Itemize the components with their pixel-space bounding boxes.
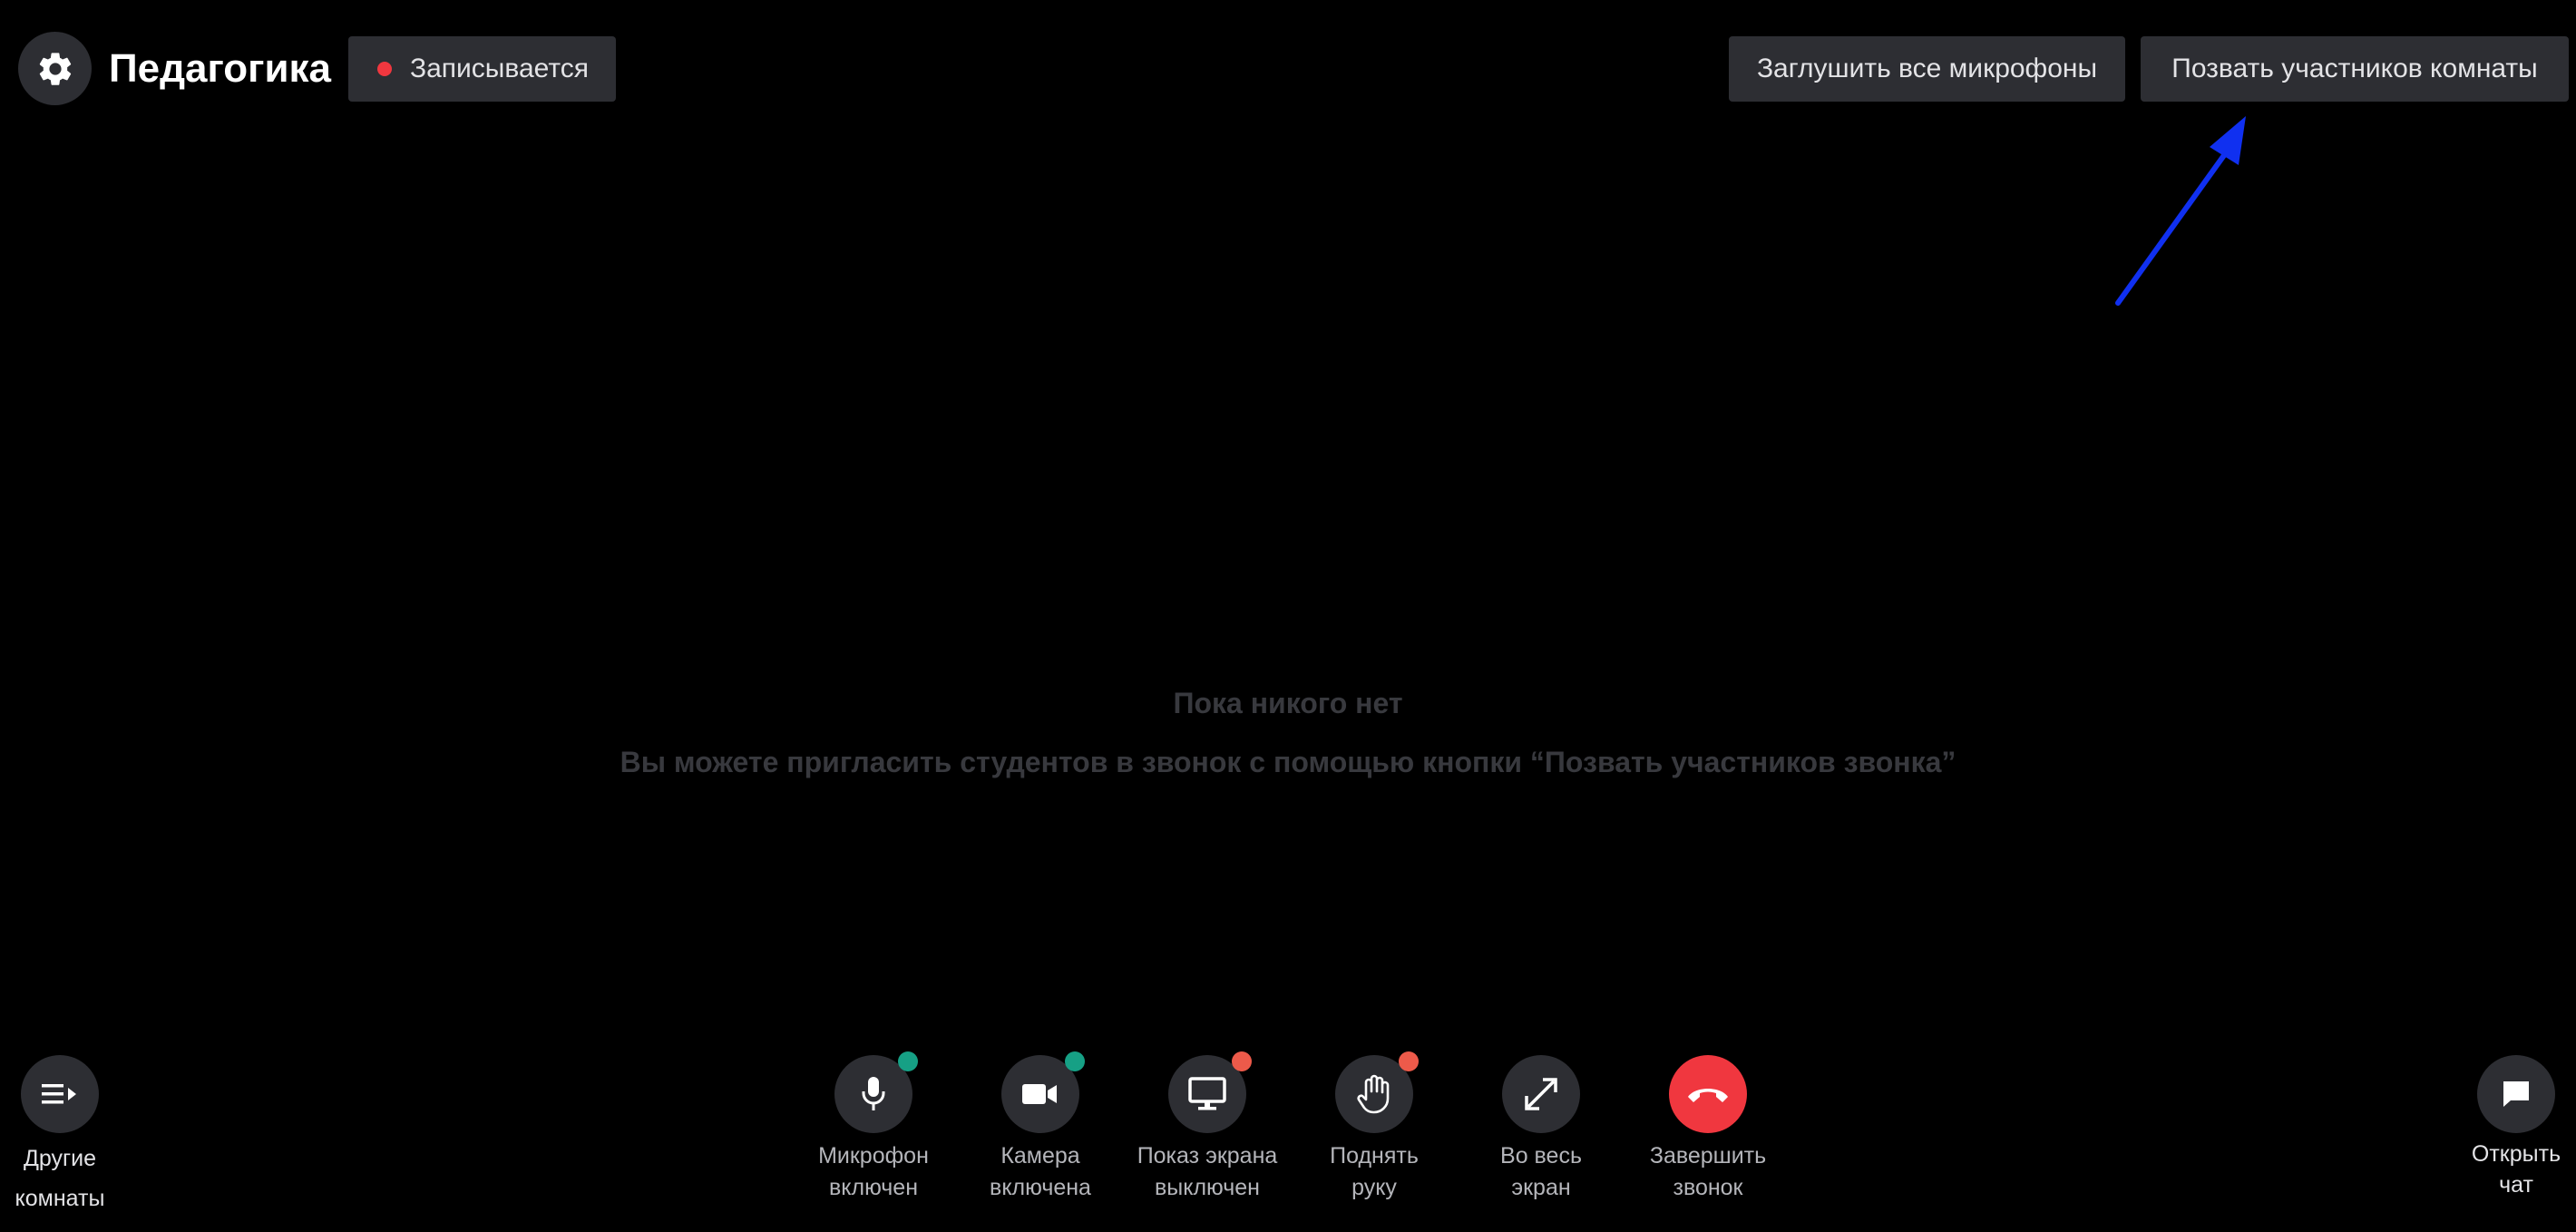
hang-up-icon: [1688, 1089, 1728, 1102]
recording-label: Записывается: [410, 54, 589, 83]
raise-hand-icon: [1357, 1074, 1390, 1114]
microphone-icon: [862, 1077, 885, 1110]
end-call-label-2: звонок: [1673, 1175, 1743, 1200]
fullscreen-label-1: Во весь: [1500, 1143, 1582, 1168]
other-rooms-label-2: комнаты: [15, 1186, 105, 1211]
microphone-label-1: Микрофон: [818, 1143, 929, 1168]
fullscreen-label-2: экран: [1511, 1175, 1571, 1200]
camera-label-2: включена: [990, 1175, 1091, 1200]
list-arrow-icon: [42, 1084, 76, 1104]
raise-hand-status-dot: [1399, 1051, 1419, 1071]
other-rooms-button[interactable]: [21, 1055, 99, 1133]
screen-share-label-1: Показ экрана: [1137, 1143, 1278, 1168]
empty-state-subtitle: Вы можете пригласить студентов в звонок …: [620, 746, 1956, 778]
fullscreen-button[interactable]: [1502, 1055, 1580, 1133]
raise-hand-button[interactable]: [1335, 1051, 1419, 1133]
open-chat-label-2: чат: [2499, 1172, 2533, 1198]
camera-button[interactable]: [1001, 1051, 1085, 1133]
chat-bubble-icon: [2503, 1081, 2529, 1107]
raise-hand-label-2: руку: [1351, 1175, 1397, 1200]
end-call-button[interactable]: [1669, 1055, 1747, 1133]
microphone-label-2: включен: [828, 1175, 919, 1200]
screen-share-status-dot: [1232, 1051, 1252, 1071]
empty-state-title: Пока никого нет: [1173, 687, 1403, 719]
mute-all-button[interactable]: Заглушить все микрофоны: [1729, 36, 2125, 102]
recording-indicator: Записывается: [348, 36, 616, 102]
screen-share-control[interactable]: Показ экрана выключен: [1126, 1051, 1289, 1204]
camera-status-dot: [1065, 1051, 1085, 1071]
fullscreen-control[interactable]: Во весь экран: [1459, 1055, 1623, 1204]
microphone-button[interactable]: [834, 1051, 918, 1133]
room-title: Педагогика: [109, 46, 331, 91]
end-call-label-1: Завершить: [1649, 1143, 1767, 1168]
open-chat-label-1: Открыть: [2471, 1141, 2561, 1167]
open-chat-button[interactable]: [2477, 1055, 2555, 1133]
settings-button[interactable]: [18, 32, 92, 105]
raise-hand-control[interactable]: Поднять руку: [1293, 1051, 1456, 1204]
expand-icon: [1525, 1078, 1557, 1110]
camera-control[interactable]: Камера включена: [959, 1051, 1122, 1204]
monitor-icon: [1188, 1077, 1226, 1110]
microphone-control[interactable]: Микрофон включен: [792, 1051, 955, 1204]
screen-share-label-2: выключен: [1155, 1175, 1260, 1200]
end-call-control[interactable]: Завершить звонок: [1626, 1055, 1790, 1204]
other-rooms-control[interactable]: Другие комнаты: [15, 1055, 104, 1211]
screen-share-button[interactable]: [1168, 1051, 1252, 1133]
annotation-arrow: [2115, 116, 2246, 306]
other-rooms-label-1: Другие: [23, 1146, 97, 1171]
chat-control[interactable]: Открыть чат: [2472, 1055, 2561, 1198]
camera-label-1: Камера: [1000, 1143, 1080, 1168]
recording-dot-icon: [377, 62, 392, 76]
raise-hand-label-1: Поднять: [1330, 1143, 1419, 1168]
video-camera-icon: [1022, 1084, 1057, 1104]
invite-participants-button[interactable]: Позвать участников комнаты: [2141, 36, 2569, 102]
microphone-status-dot: [898, 1051, 918, 1071]
gear-icon: [39, 52, 71, 85]
